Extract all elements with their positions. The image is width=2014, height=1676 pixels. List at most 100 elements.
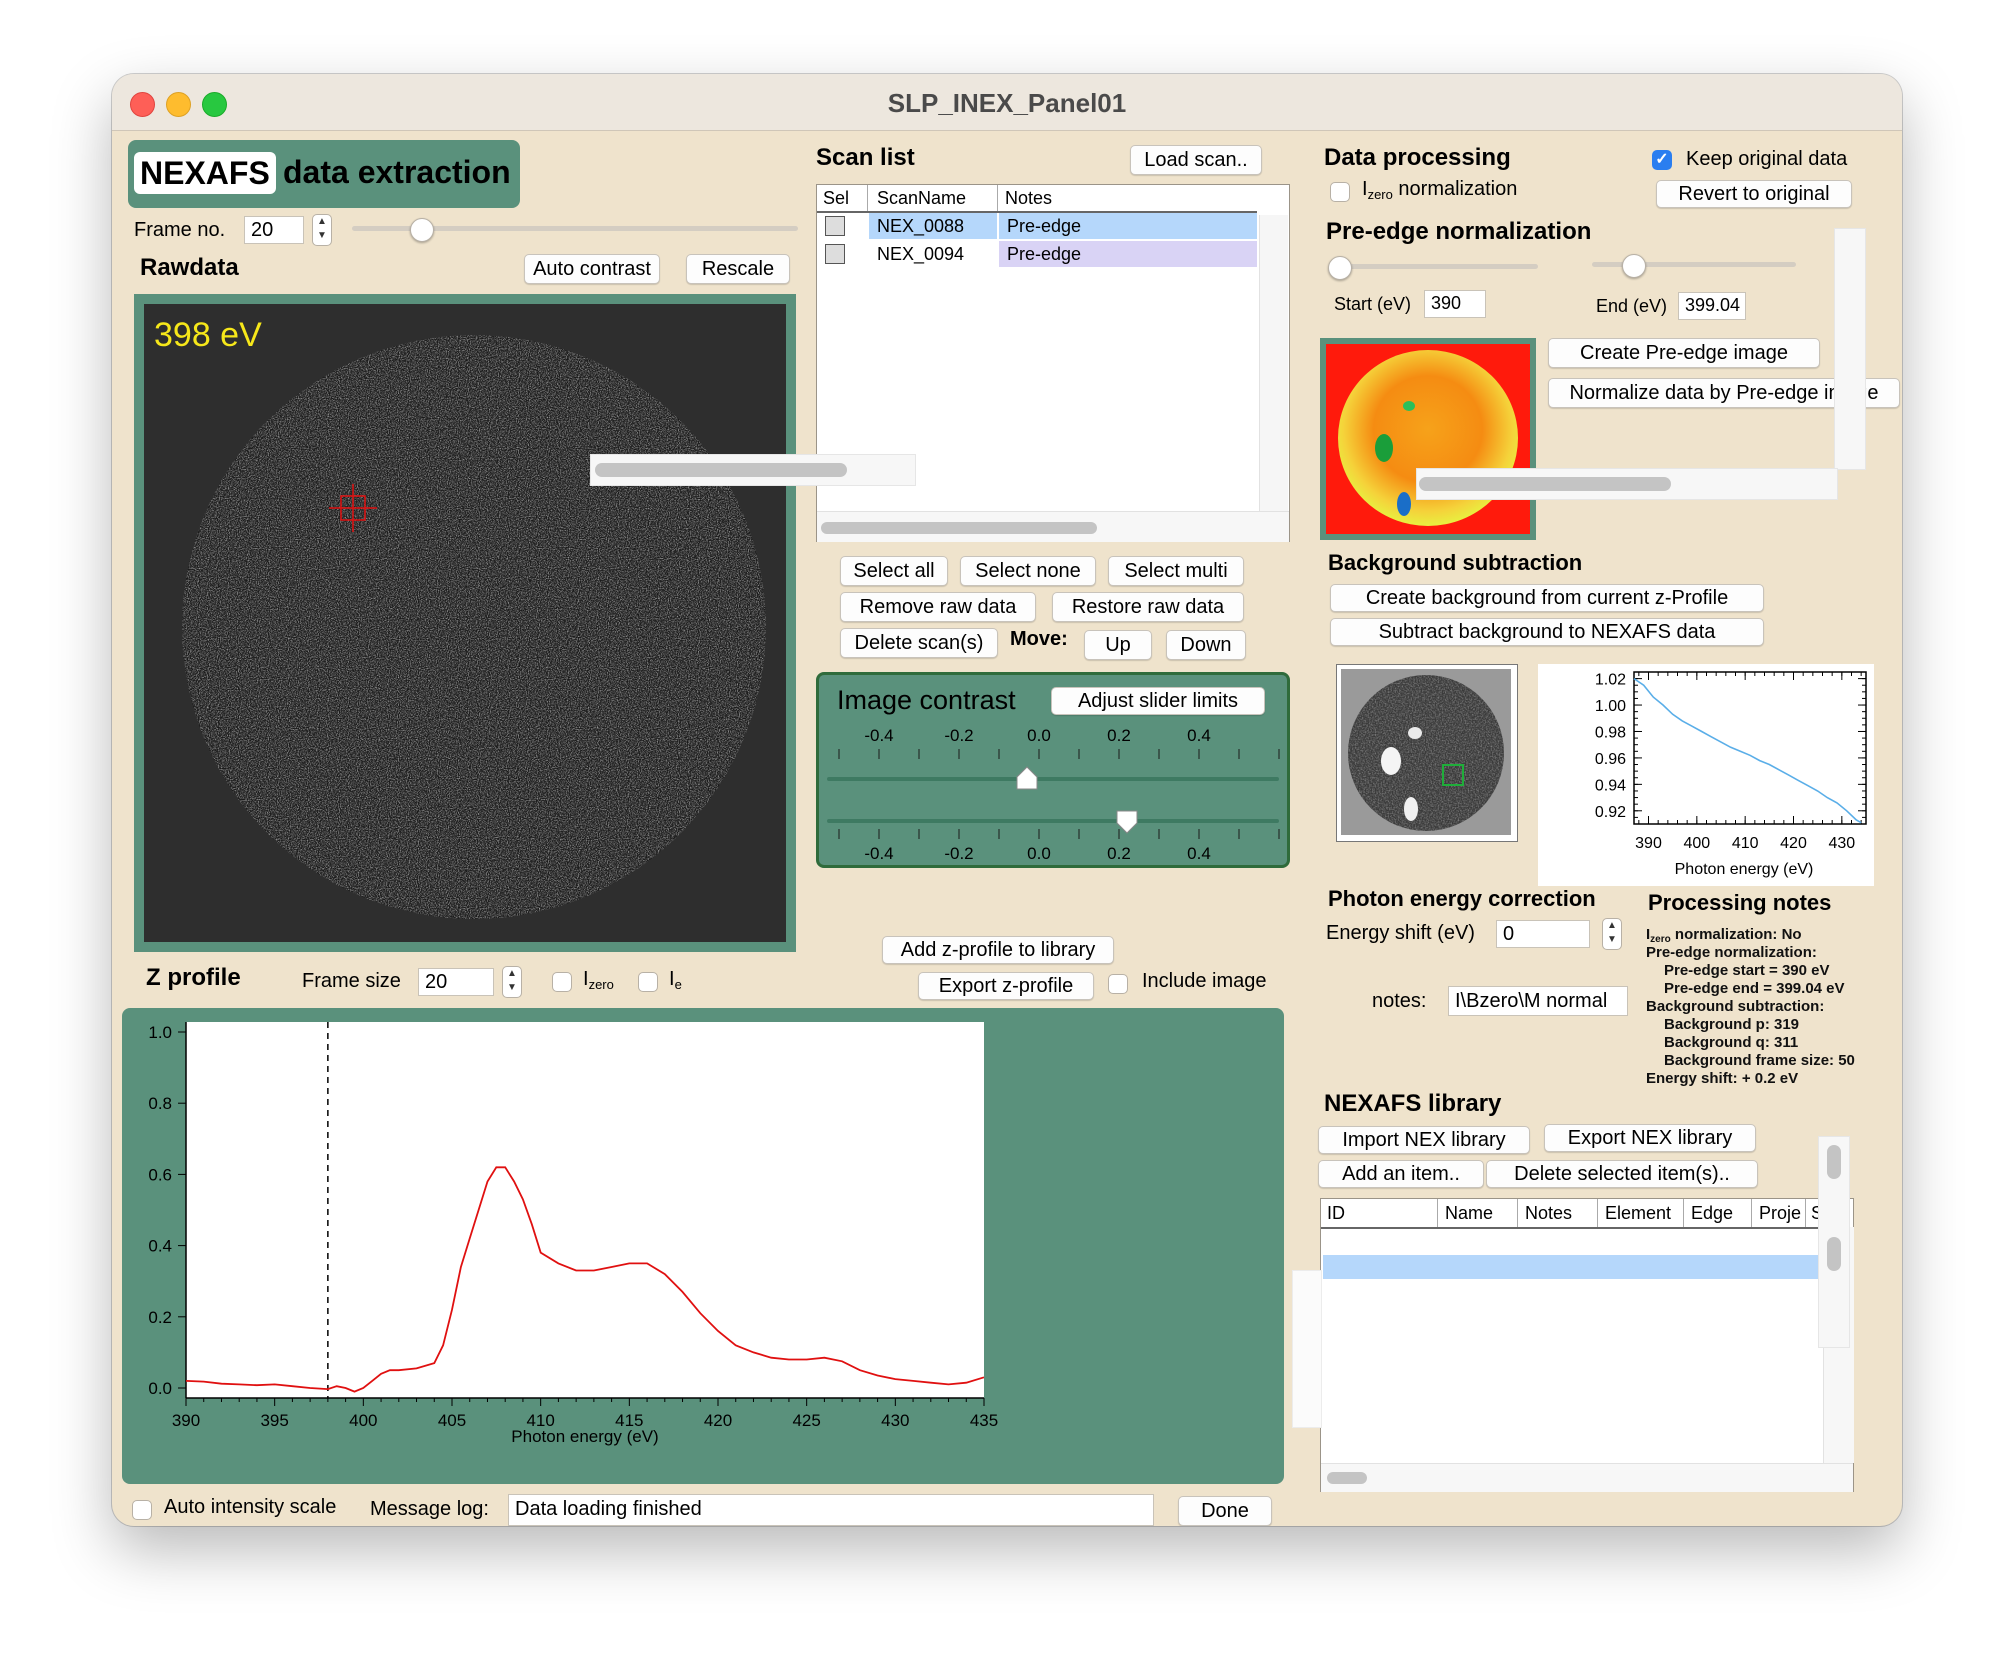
include-image-checkbox[interactable] [1108, 974, 1128, 994]
auto-intensity-label: Auto intensity scale [164, 1496, 337, 1518]
scan-list-hscroll-thumb[interactable] [821, 522, 1097, 534]
image-contrast-panel: Image contrast Adjust slider limits -0.4… [816, 672, 1290, 868]
col-header-element[interactable]: Element [1605, 1203, 1685, 1224]
contrast-tick-label-top: 0.2 [1107, 726, 1131, 745]
x-tick-label: 405 [438, 1411, 466, 1430]
remove-raw-data-button[interactable]: Remove raw data [840, 592, 1036, 622]
x-tick-label: 395 [260, 1411, 288, 1430]
library-hscroll-thumb[interactable] [1327, 1472, 1367, 1484]
col-header-scanname[interactable]: ScanName [877, 188, 966, 209]
end-ev-field[interactable]: 399.04 [1678, 292, 1746, 320]
library-header-row: ID Name Notes Element Edge Proje S [1321, 1199, 1823, 1229]
stray-vscrollbar[interactable] [1834, 228, 1866, 470]
message-log-label: Message log: [370, 1498, 489, 1520]
library-hscrollbar[interactable] [1321, 1463, 1853, 1492]
energy-shift-label: Energy shift (eV) [1326, 922, 1475, 944]
keep-original-checkbox[interactable]: ✓ [1652, 150, 1672, 170]
izero-checkbox[interactable] [552, 972, 572, 992]
x-tick-label: 400 [349, 1411, 377, 1430]
preedge-start-slider-track[interactable] [1338, 264, 1538, 269]
frame-slider-knob[interactable] [410, 218, 434, 242]
delete-selected-items-button[interactable]: Delete selected item(s).. [1486, 1160, 1758, 1188]
add-item-button[interactable]: Add an item.. [1318, 1160, 1484, 1188]
move-up-button[interactable]: Up [1084, 630, 1152, 660]
done-button[interactable]: Done [1178, 1496, 1272, 1526]
izero-normalization-checkbox[interactable] [1330, 182, 1350, 202]
stray-hscroll-thumb-right[interactable] [1419, 477, 1671, 491]
import-nex-library-button[interactable]: Import NEX library [1318, 1126, 1530, 1154]
library-vscroll-thumb[interactable] [1827, 1237, 1841, 1271]
bg-x-tick-label: 420 [1780, 835, 1807, 852]
background-thumbnail[interactable] [1341, 669, 1511, 835]
notes-field[interactable]: I\Bzero\M normal [1448, 986, 1628, 1016]
scan-list-hscrollbar[interactable] [817, 511, 1289, 542]
notes-label: notes: [1372, 990, 1427, 1012]
contrast-low-knob[interactable] [1016, 766, 1038, 790]
export-nex-library-button[interactable]: Export NEX library [1544, 1124, 1756, 1152]
col-header-id[interactable]: ID [1327, 1203, 1407, 1224]
frame-no-field[interactable]: 20 [244, 216, 304, 244]
auto-intensity-checkbox[interactable] [132, 1500, 152, 1520]
col-header-edge[interactable]: Edge [1691, 1203, 1751, 1224]
revert-to-original-button[interactable]: Revert to original [1656, 180, 1852, 208]
create-background-button[interactable]: Create background from current z-Profile [1330, 584, 1764, 612]
col-header-name[interactable]: Name [1445, 1203, 1517, 1224]
end-ev-label: End (eV) [1596, 296, 1668, 316]
create-preedge-image-button[interactable]: Create Pre-edge image [1548, 338, 1820, 368]
include-image-label: Include image [1142, 970, 1267, 992]
contrast-tick-label-bottom: 0.0 [1027, 844, 1051, 863]
library-vscroll-thumb-top[interactable] [1827, 1145, 1841, 1179]
zprofile-chart[interactable]: 0.00.20.40.60.81.0390 395 400 405 410 415 420 4… [122, 1008, 1284, 1484]
col-header-notes[interactable]: Notes [1005, 188, 1052, 209]
stray-scroll-thumb[interactable] [595, 463, 847, 477]
frame-no-stepper[interactable]: ▲ ▼ [312, 214, 332, 246]
select-multi-button[interactable]: Select multi [1108, 556, 1244, 586]
adjust-slider-limits-button[interactable]: Adjust slider limits [1051, 687, 1265, 715]
x-tick-label: 425 [792, 1411, 820, 1430]
preedge-start-slider-knob[interactable] [1328, 256, 1352, 280]
row-select-checkbox[interactable] [825, 244, 845, 264]
library-selected-row[interactable] [1323, 1255, 1821, 1279]
table-row[interactable]: NEX_0088 Pre-edge [817, 213, 1257, 239]
rescale-button[interactable]: Rescale [686, 254, 790, 284]
plot-area [186, 1022, 984, 1398]
export-zprofile-button[interactable]: Export z-profile [918, 972, 1094, 1000]
window-title: SLP_INEX_Panel01 [887, 88, 1127, 118]
row-select-checkbox[interactable] [825, 216, 845, 236]
energy-shift-field[interactable]: 0 [1496, 920, 1590, 948]
table-row[interactable]: NEX_0094 Pre-edge [817, 241, 1257, 267]
start-ev-field[interactable]: 390 [1424, 290, 1486, 318]
background-chart[interactable]: 1.02 1.00 0.98 0.96 0.94 0.92 390 400 410 420 430 P… [1538, 664, 1874, 886]
preedge-image[interactable] [1326, 344, 1530, 534]
energy-shift-stepper[interactable]: ▲ ▼ [1602, 918, 1622, 950]
load-scan-button[interactable]: Load scan.. [1130, 145, 1262, 175]
select-all-button[interactable]: Select all [840, 556, 948, 586]
library-outer-vscrollbar[interactable] [1818, 1136, 1850, 1348]
rawdata-image[interactable]: 398 eV [144, 304, 786, 942]
stray-hscrollbar-right[interactable] [1416, 468, 1838, 500]
scan-list-table[interactable]: Sel ScanName Notes NEX_0088 Pre-edge NEX… [816, 184, 1290, 542]
frame-size-field[interactable]: 20 [418, 968, 494, 996]
stray-scrollbar[interactable] [590, 454, 916, 486]
preedge-end-slider-knob[interactable] [1622, 254, 1646, 278]
col-header-sel[interactable]: Sel [823, 188, 849, 209]
col-header-notes[interactable]: Notes [1525, 1203, 1599, 1224]
restore-raw-data-button[interactable]: Restore raw data [1052, 592, 1244, 622]
bg-x-tick-label: 400 [1683, 835, 1710, 852]
ie-checkbox[interactable] [638, 972, 658, 992]
contrast-sliders[interactable]: -0.4 -0.4 -0.2 -0.2 0.0 0.0 0.2 0.2 0.4 0.4 [819, 723, 1287, 863]
move-down-button[interactable]: Down [1166, 630, 1246, 660]
scan-list-vscrollbar[interactable] [1259, 215, 1288, 511]
subtract-background-button[interactable]: Subtract background to NEXAFS data [1330, 618, 1764, 646]
scan-name-cell: NEX_0088 [869, 213, 997, 239]
col-header-project[interactable]: Proje [1759, 1203, 1803, 1224]
nexafs-library-table[interactable]: ID Name Notes Element Edge Proje S [1320, 1198, 1854, 1492]
contrast-tick-label-top: 0.4 [1187, 726, 1211, 745]
select-none-button[interactable]: Select none [960, 556, 1096, 586]
frame-size-stepper[interactable]: ▲ ▼ [502, 966, 522, 998]
contrast-high-knob[interactable] [1116, 810, 1138, 834]
add-zprofile-library-button[interactable]: Add z-profile to library [882, 936, 1114, 964]
delete-scans-button[interactable]: Delete scan(s) [840, 628, 998, 658]
auto-contrast-button[interactable]: Auto contrast [524, 254, 660, 284]
contrast-high-track [827, 819, 1279, 823]
